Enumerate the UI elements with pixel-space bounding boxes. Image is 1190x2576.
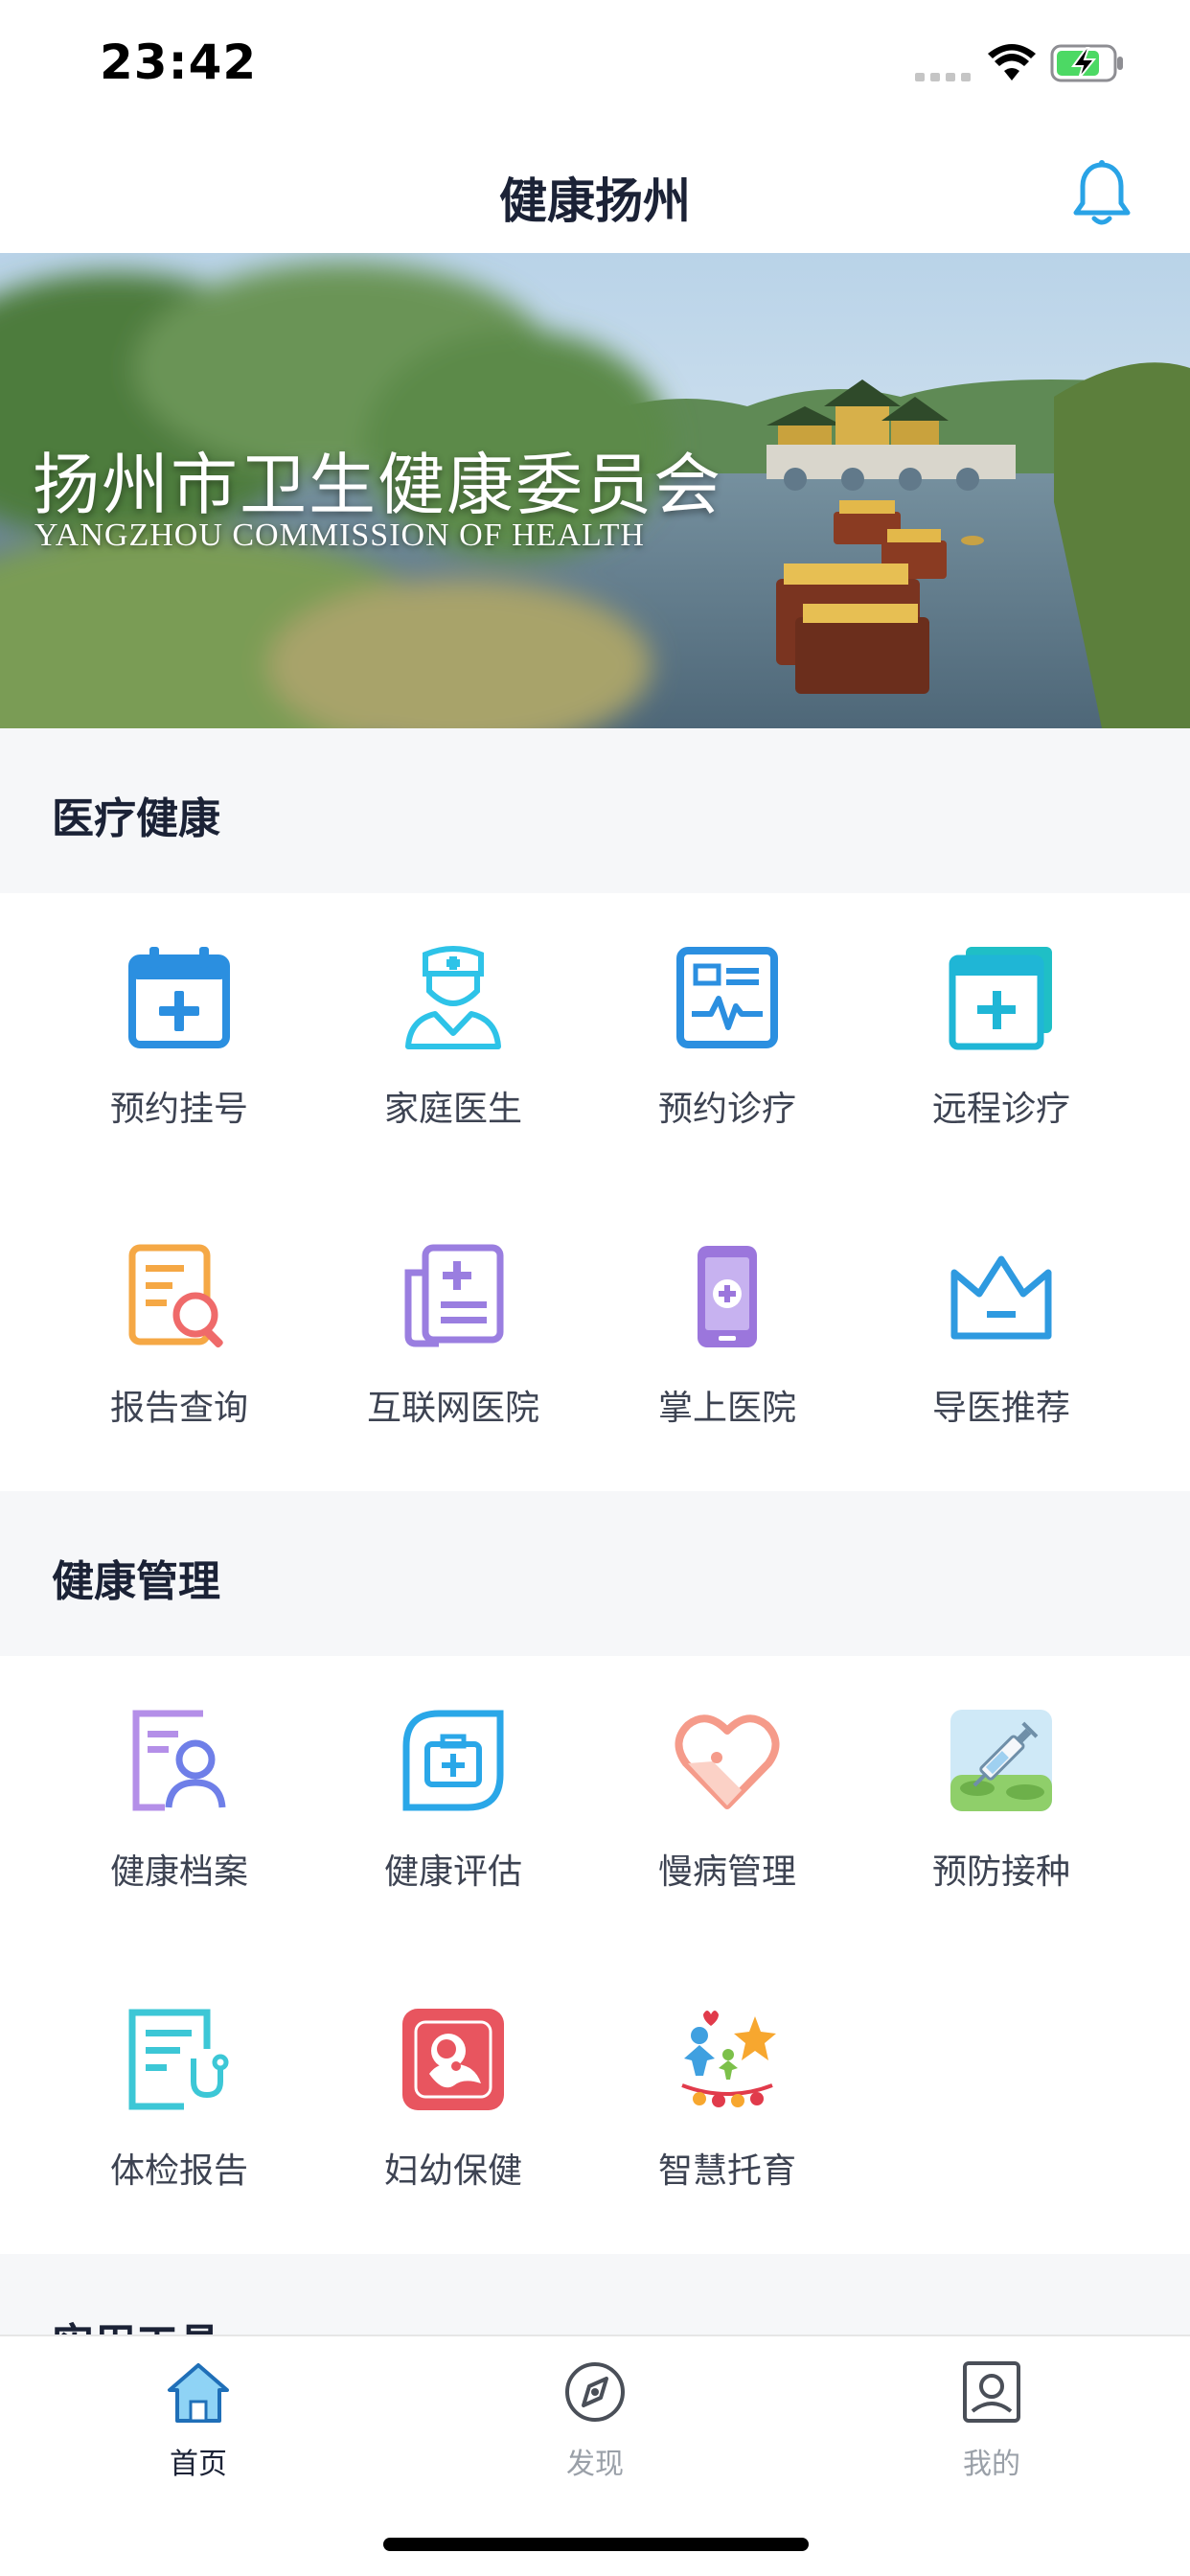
- service-family-doctor[interactable]: 家庭医生: [316, 893, 590, 1133]
- medkit-icon: [402, 1710, 504, 1811]
- service-label: 互联网医院: [366, 1389, 539, 1428]
- banner-title: 扬州市卫生健康委员会: [33, 446, 722, 524]
- service-guide-recommend[interactable]: 导医推荐: [864, 1192, 1138, 1432]
- battery-charging-icon: [1050, 44, 1123, 82]
- service-label: 预约诊疗: [657, 1090, 796, 1129]
- service-label: 远程诊疗: [931, 1090, 1070, 1129]
- tab-label: 我的: [963, 2448, 1020, 2481]
- tab-home[interactable]: 首页: [0, 2336, 397, 2509]
- service-label: 预防接种: [931, 1852, 1070, 1892]
- section-title: 健康管理: [52, 1557, 220, 1606]
- service-report-query[interactable]: 报告查询: [42, 1192, 316, 1432]
- section-title: 医疗健康: [52, 794, 220, 843]
- tab-mine[interactable]: 我的: [793, 2336, 1190, 2509]
- tab-label: 发现: [566, 2448, 624, 2481]
- nurse-icon: [405, 946, 501, 1049]
- internet-hospital-icon: [404, 1244, 504, 1347]
- service-health-assessment[interactable]: 健康评估: [316, 1656, 590, 1896]
- service-smart-childcare[interactable]: 智慧托育: [590, 1955, 864, 2195]
- childcare-icon: [681, 2011, 776, 2107]
- crown-icon: [950, 1255, 1052, 1340]
- navigation-bar: 健康扬州: [0, 126, 1190, 253]
- tab-label: 首页: [170, 2448, 227, 2481]
- tab-discover[interactable]: 发现: [397, 2336, 793, 2509]
- calendar-plus-icon: [128, 947, 230, 1048]
- service-internet-hospital[interactable]: 互联网医院: [316, 1192, 590, 1432]
- profile-frame-icon: [963, 2361, 1020, 2423]
- compass-icon: [565, 2362, 625, 2422]
- service-label: 掌上医院: [657, 1389, 796, 1428]
- service-label: 家庭医生: [383, 1090, 522, 1129]
- section-header-medical: 医疗健康: [0, 728, 1190, 893]
- maternal-icon: [402, 2009, 504, 2110]
- service-label: 健康评估: [383, 1852, 522, 1892]
- status-time: 23:42: [100, 34, 258, 90]
- service-mobile-hospital[interactable]: 掌上医院: [590, 1192, 864, 1432]
- service-remote-diagnosis[interactable]: 远程诊疗: [864, 893, 1138, 1133]
- service-label: 妇幼保健: [383, 2151, 522, 2191]
- medical-service-grid: 预约挂号 家庭医生 预约诊疗 远程诊疗 报告查询 互联网医院 掌上医院 导医推荐: [0, 893, 1190, 1491]
- section-header-health-management: 健康管理: [0, 1491, 1190, 1656]
- remote-window-icon: [949, 947, 1052, 1050]
- service-label: 智慧托育: [657, 2151, 796, 2191]
- syringe-icon: [950, 1710, 1052, 1811]
- service-label: 体检报告: [109, 2151, 248, 2191]
- service-booking-register[interactable]: 预约挂号: [42, 893, 316, 1133]
- service-maternal-child[interactable]: 妇幼保健: [316, 1955, 590, 2195]
- service-checkup-report[interactable]: 体检报告: [42, 1955, 316, 2195]
- service-vaccination[interactable]: 预防接种: [864, 1656, 1138, 1896]
- service-label: 慢病管理: [657, 1852, 796, 1892]
- ecg-card-icon: [676, 947, 778, 1048]
- service-appointment-diagnosis[interactable]: 预约诊疗: [590, 893, 864, 1133]
- cellular-signal-icon: [915, 73, 971, 81]
- home-indicator[interactable]: [383, 2538, 809, 2551]
- banner-subtitle: YANGZHOU COMMISSION OF HEALTH: [34, 518, 645, 553]
- service-health-record[interactable]: 健康档案: [42, 1656, 316, 1896]
- heart-icon: [675, 1714, 780, 1809]
- health-management-grid: 健康档案 健康评估 慢病管理 预防接种 体检报告 妇幼保健 智慧托育: [0, 1656, 1190, 2254]
- profile-icon: [132, 1710, 226, 1811]
- status-bar: 23:42: [0, 0, 1190, 126]
- service-label: 预约挂号: [109, 1090, 248, 1129]
- service-label: 导医推荐: [931, 1389, 1070, 1428]
- app-screen: 23:42 健康扬州 扬州市卫生健康委员会 YANGZHOU COMMISSIO…: [0, 0, 1190, 2576]
- checkup-report-icon: [128, 2009, 229, 2110]
- service-label: 健康档案: [109, 1852, 248, 1892]
- page-title: 健康扬州: [499, 173, 691, 229]
- report-search-icon: [128, 1244, 223, 1348]
- mobile-hospital-icon: [698, 1246, 757, 1347]
- wifi-icon: [988, 44, 1036, 80]
- service-chronic-disease[interactable]: 慢病管理: [590, 1656, 864, 1896]
- notification-bell-icon[interactable]: [1071, 159, 1133, 228]
- home-icon: [168, 2363, 229, 2423]
- banner-carousel[interactable]: 扬州市卫生健康委员会 YANGZHOU COMMISSION OF HEALTH: [0, 253, 1190, 728]
- service-label: 报告查询: [109, 1389, 248, 1428]
